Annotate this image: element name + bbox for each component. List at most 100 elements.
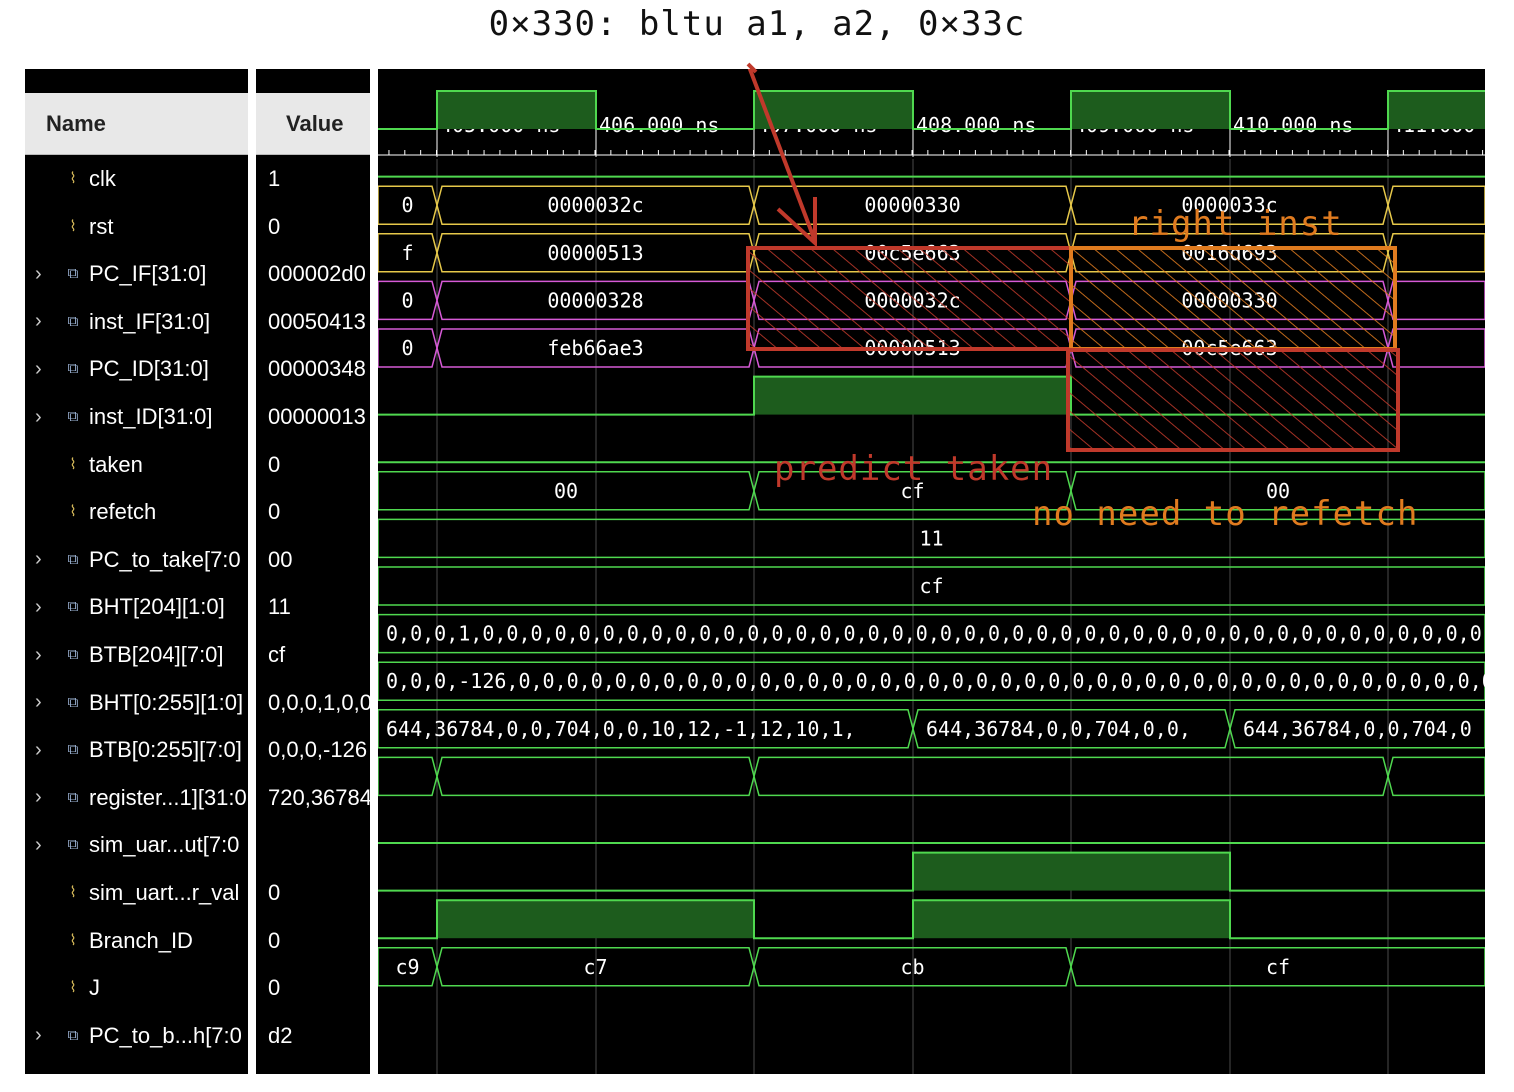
bus-value-label: 644,36784,0,0,704,0,0, <box>926 717 1191 741</box>
signal-row[interactable]: › ⧉ register...1][31:0 <box>25 774 248 822</box>
bit-signal-icon: ⌇ <box>69 503 77 521</box>
signal-name: sim_uar...ut[7:0 <box>89 832 240 858</box>
bus-signal-icon: ⧉ <box>67 836 79 854</box>
signal-row[interactable]: ⌇ taken <box>25 441 248 489</box>
signal-name: PC_ID[31:0] <box>89 356 209 382</box>
bus-value-label: 00 <box>554 479 578 503</box>
waveform-panel[interactable]: 405.000 ns406.000 ns407.000 ns408.000 ns… <box>378 69 1485 1074</box>
bus-value-label: 644,36784,0,0,704,0 <box>1243 717 1472 741</box>
signal-value: d2 <box>268 1022 293 1048</box>
value-column-header[interactable]: Value <box>256 93 370 155</box>
expand-chevron-icon[interactable]: › <box>35 1024 42 1047</box>
signal-row[interactable]: › ⧉ BHT[0:255][1:0] <box>25 679 248 727</box>
signal-name: refetch <box>89 499 157 525</box>
expand-chevron-icon[interactable]: › <box>35 596 42 619</box>
signal-name: register...1][31:0 <box>89 784 247 810</box>
signal-high-fill <box>1071 900 1230 939</box>
bus-value-label: 0016d693 <box>1181 241 1277 265</box>
bus-signal-icon: ⧉ <box>67 788 79 806</box>
signal-name: PC_to_b...h[7:0 <box>89 1022 242 1048</box>
name-column-header[interactable]: Name <box>25 93 248 155</box>
bus-value-label: feb66ae3 <box>547 336 643 360</box>
bus-signal-icon: ⧉ <box>67 312 79 330</box>
bus-segment <box>1387 185 1485 225</box>
expand-chevron-icon[interactable]: › <box>35 786 42 809</box>
bit-signal-icon: ⌇ <box>69 455 77 473</box>
signal-high-fill <box>913 376 1071 415</box>
signal-row[interactable]: › ⧉ BHT[204][1:0] <box>25 583 248 631</box>
signal-high-fill <box>1388 91 1485 129</box>
signal-value: 000002d0 <box>268 261 366 287</box>
expand-chevron-icon[interactable]: › <box>35 644 42 667</box>
signal-row[interactable]: › ⧉ sim_uar...ut[7:0 <box>25 821 248 869</box>
bus-signal-icon: ⧉ <box>67 741 79 759</box>
signal-name: J <box>89 975 100 1001</box>
instruction-caption: 0×330: bltu a1, a2, 0×33c <box>488 4 1026 44</box>
signal-row[interactable]: › ⧉ PC_ID[31:0] <box>25 345 248 393</box>
signal-row[interactable]: › ⧉ PC_to_take[7:0 <box>25 536 248 584</box>
signal-value: 00000348 <box>268 356 366 382</box>
signal-name: sim_uart...r_val <box>89 880 240 905</box>
bus-value-label: 00000330 <box>864 193 960 217</box>
signal-row[interactable]: ⌇ refetch <box>25 488 248 536</box>
signal-value: 0,0,0,1,0,0 <box>268 689 370 715</box>
signal-row[interactable]: › ⧉ BTB[0:255][7:0] <box>25 726 248 774</box>
bit-signal-icon: ⌇ <box>69 170 77 187</box>
signal-row[interactable]: ⌇ sim_uart...r_val <box>25 869 248 917</box>
bus-segment <box>1387 280 1485 321</box>
time-tick-label: 410.000 ns <box>1233 113 1353 137</box>
expand-chevron-icon[interactable]: › <box>35 406 42 429</box>
bus-value-label: 0000032c <box>864 288 960 312</box>
signal-name: BHT[0:255][1:0] <box>89 689 244 715</box>
bus-value-label: c7 <box>583 955 607 979</box>
signal-value: 11 <box>268 594 291 620</box>
signal-row[interactable]: ⌇ rst <box>25 203 248 251</box>
expand-chevron-icon[interactable]: › <box>35 263 42 286</box>
bit-signal-icon: ⌇ <box>69 217 77 235</box>
signal-name: inst_ID[31:0] <box>89 404 213 429</box>
signal-name: rst <box>89 213 114 239</box>
expand-chevron-icon[interactable]: › <box>35 358 42 381</box>
bus-value-label: cf <box>1266 955 1290 979</box>
signal-name: Branch_ID <box>89 927 193 953</box>
signal-high-fill <box>1071 91 1230 129</box>
signal-value: 1 <box>268 166 281 191</box>
expand-chevron-icon[interactable]: › <box>35 691 42 714</box>
bus-signal-icon: ⧉ <box>67 550 79 568</box>
bus-value-label: f <box>401 241 413 265</box>
bit-signal-icon: ⌇ <box>69 931 77 949</box>
signal-row[interactable]: ⌇ clk <box>25 155 248 203</box>
signal-name: PC_to_take[7:0 <box>89 546 241 572</box>
signal-row[interactable]: › ⧉ inst_IF[31:0] <box>25 298 248 346</box>
bus-value-label: 00000330 <box>1181 288 1277 312</box>
signal-row[interactable]: › ⧉ inst_ID[31:0] <box>25 393 248 441</box>
bus-signal-icon: ⧉ <box>67 1026 79 1044</box>
signal-name: inst_IF[31:0] <box>89 308 211 334</box>
bus-value-label: cb <box>900 955 924 979</box>
signal-row[interactable]: › ⧉ BTB[204][7:0] <box>25 631 248 679</box>
signal-value: 0 <box>268 451 281 477</box>
expand-chevron-icon[interactable]: › <box>35 548 42 571</box>
signal-value: 0 <box>268 499 281 525</box>
signal-row[interactable]: › ⧉ PC_to_b...h[7:0 <box>25 1012 248 1060</box>
signal-name: BTB[204][7:0] <box>89 642 224 667</box>
bus-signal-icon: ⧉ <box>67 646 79 663</box>
bus-signal-icon: ⧉ <box>67 265 79 283</box>
signal-row[interactable]: ⌇ J <box>25 964 248 1012</box>
expand-chevron-icon[interactable]: › <box>35 310 42 333</box>
expand-chevron-icon[interactable]: › <box>35 834 42 857</box>
expand-chevron-icon[interactable]: › <box>35 739 42 762</box>
signal-value-panel: Value 1 0 000002d0 00050413 00000348 00000013… <box>256 69 370 1074</box>
bus-value-label: 0 <box>401 193 413 217</box>
signal-row[interactable]: › ⧉ PC_IF[31:0] <box>25 250 248 298</box>
bus-signal-icon: ⧉ <box>67 598 79 616</box>
bus-value-label: 0000032c <box>547 193 643 217</box>
bus-value-label: 644,36784,0,0,704,0,0,10,12,-1,12,10,1, <box>386 717 856 741</box>
bus-value-label: 0 <box>401 288 413 312</box>
signal-row[interactable]: ⌇ Branch_ID <box>25 917 248 965</box>
bus-segment <box>1387 233 1485 273</box>
bit-signal-icon: ⌇ <box>69 884 77 901</box>
bus-segment <box>378 756 438 797</box>
bus-signal-icon: ⧉ <box>67 360 79 378</box>
bus-value-label: 00000513 <box>864 336 960 360</box>
